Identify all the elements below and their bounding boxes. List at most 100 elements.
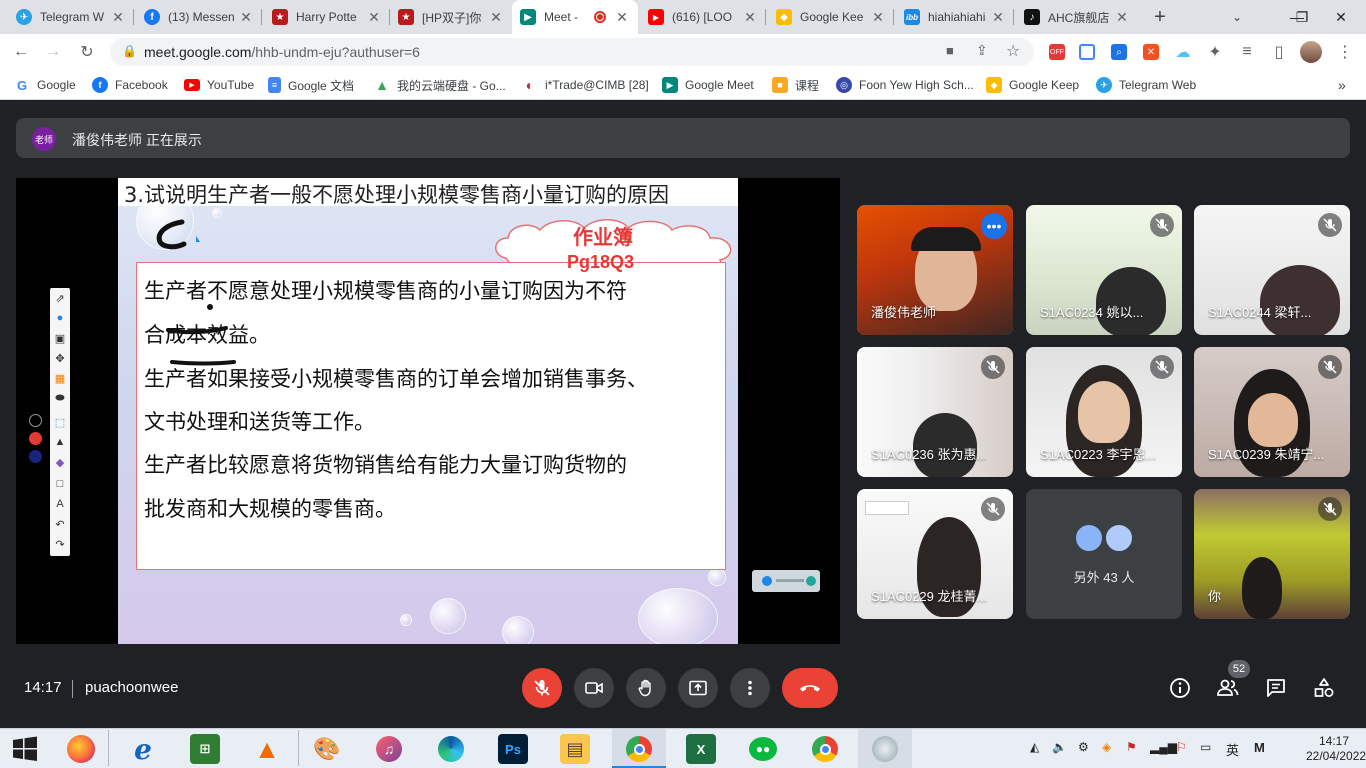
close-icon[interactable]: ✕ bbox=[614, 9, 630, 26]
input-mode-indicator[interactable]: M bbox=[1254, 740, 1265, 755]
bookmarks-overflow-button[interactable]: » bbox=[1338, 76, 1346, 94]
slide-timer-widget[interactable] bbox=[752, 570, 820, 592]
reload-icon[interactable]: ↻ bbox=[76, 41, 98, 63]
close-icon[interactable]: ✕ bbox=[742, 9, 758, 26]
profile-avatar[interactable] bbox=[1300, 41, 1322, 63]
tab-imgbb[interactable]: ibb hiahiahiahia ✕ bbox=[896, 0, 1014, 34]
color-black-swatch[interactable] bbox=[29, 414, 42, 427]
bookmark-foon-yew[interactable]: ◎ Foon Yew High Sch... bbox=[836, 76, 974, 94]
board-icon[interactable]: ▦ bbox=[52, 370, 68, 386]
extension-cloud-icon[interactable]: ☁ bbox=[1172, 41, 1194, 63]
tray-icon[interactable]: ⚐ bbox=[1176, 740, 1187, 754]
tab-tiktok[interactable]: ♪ AHC旗舰店 ✕ bbox=[1016, 0, 1138, 34]
tab-hp-twins[interactable]: ★ [HP双子]你 ✕ bbox=[390, 0, 512, 34]
bookmark-drive[interactable]: ▲ 我的云端硬盘 - Go... bbox=[374, 76, 506, 94]
self-tile[interactable]: 你 bbox=[1194, 489, 1350, 619]
text-icon[interactable]: A bbox=[52, 496, 68, 512]
vlc-icon[interactable]: ▲ bbox=[252, 734, 282, 764]
store-icon[interactable]: ⊞ bbox=[190, 734, 220, 764]
media-control-icon[interactable]: ≡ bbox=[1236, 41, 1258, 63]
bookmark-google-docs[interactable]: ≡ Google 文档 bbox=[268, 76, 354, 94]
paint-icon[interactable]: 🎨 bbox=[312, 734, 342, 764]
activities-button[interactable] bbox=[1312, 676, 1336, 700]
color-red-swatch[interactable] bbox=[29, 432, 42, 445]
new-tab-button[interactable]: + bbox=[1148, 5, 1172, 29]
marker-icon[interactable]: ▲ bbox=[52, 434, 68, 450]
close-icon[interactable]: ✕ bbox=[1114, 9, 1130, 26]
close-icon[interactable]: ✕ bbox=[366, 9, 382, 26]
tab-search-icon[interactable]: ⌄ bbox=[1226, 6, 1248, 28]
more-options-button[interactable] bbox=[730, 668, 770, 708]
extension-search-icon[interactable]: ⌕ bbox=[1108, 41, 1130, 63]
eraser-icon[interactable]: ⬬ bbox=[52, 390, 68, 406]
present-screen-button[interactable] bbox=[678, 668, 718, 708]
tab-keep[interactable]: ◆ Google Kee ✕ bbox=[768, 0, 894, 34]
excel-icon[interactable]: X bbox=[686, 734, 716, 764]
start-button[interactable] bbox=[10, 734, 40, 764]
network-icon[interactable]: ▂▄▆ bbox=[1150, 740, 1177, 754]
participant-tile[interactable]: S1AC0239 朱靖宁... bbox=[1194, 347, 1350, 477]
participant-tile[interactable]: S1AC0244 梁轩... bbox=[1194, 205, 1350, 335]
close-window-button[interactable]: ✕ bbox=[1318, 0, 1364, 34]
participant-tile[interactable]: S1AC0223 李宇恩... bbox=[1026, 347, 1182, 477]
screenshot-icon[interactable]: ▣ bbox=[52, 330, 68, 346]
close-icon[interactable]: ✕ bbox=[488, 9, 504, 26]
tray-icon[interactable]: ◈ bbox=[1102, 740, 1111, 754]
tray-icon[interactable]: ▭ bbox=[1200, 740, 1211, 754]
participant-tile[interactable]: S1AC0236 张为惠... bbox=[857, 347, 1013, 477]
chrome-icon[interactable] bbox=[810, 734, 840, 764]
participant-tile[interactable]: S1AC0234 姚以... bbox=[1026, 205, 1182, 335]
itunes-icon[interactable]: ♫ bbox=[374, 734, 404, 764]
tray-icon[interactable]: ⚑ bbox=[1126, 740, 1137, 754]
move-icon[interactable]: ✥ bbox=[52, 350, 68, 366]
tab-telegram[interactable]: ✈ Telegram W ✕ bbox=[8, 0, 134, 34]
chat-button[interactable] bbox=[1264, 676, 1288, 700]
address-bar[interactable]: 🔒 meet.google.com/hhb-undm-eju?authuser=… bbox=[110, 38, 1034, 66]
tray-icon[interactable]: ⚙ bbox=[1078, 740, 1089, 754]
internet-explorer-icon[interactable]: e bbox=[128, 733, 158, 766]
close-icon[interactable]: ✕ bbox=[238, 9, 254, 26]
pen-mode-icon[interactable]: ● bbox=[52, 310, 68, 326]
bookmark-star-icon[interactable]: ☆ bbox=[1006, 41, 1020, 61]
bookmark-youtube[interactable]: ▶ YouTube bbox=[184, 76, 254, 94]
photoshop-icon[interactable]: Ps bbox=[498, 734, 528, 764]
raise-hand-button[interactable] bbox=[626, 668, 666, 708]
camera-toggle-button[interactable] bbox=[574, 668, 614, 708]
bookmark-facebook[interactable]: f Facebook bbox=[92, 76, 168, 94]
tab-messenger[interactable]: f (13) Messen ✕ bbox=[136, 0, 262, 34]
color-blue-swatch[interactable] bbox=[29, 450, 42, 463]
side-panel-icon[interactable]: ▯ bbox=[1268, 41, 1290, 63]
back-icon[interactable]: ← bbox=[10, 41, 32, 63]
camera-icon[interactable]: ■ bbox=[946, 43, 954, 58]
chrome-icon[interactable] bbox=[624, 734, 654, 764]
forward-icon[interactable]: → bbox=[42, 41, 64, 63]
bookmark-telegram-web[interactable]: ✈ Telegram Web bbox=[1096, 76, 1196, 94]
menu-dots-icon[interactable]: ⋮ bbox=[1334, 41, 1356, 63]
tray-icon[interactable]: ◭ bbox=[1030, 740, 1039, 754]
rectangle-icon[interactable]: □ bbox=[52, 476, 68, 492]
tab-youtube[interactable]: ▶ (616) [LOO ✕ bbox=[640, 0, 766, 34]
tab-meet[interactable]: ▶ Meet - ✕ bbox=[512, 0, 638, 34]
undo-icon[interactable]: ↶ bbox=[52, 516, 68, 532]
extension-off-icon[interactable]: OFF bbox=[1046, 41, 1068, 63]
bookmark-google[interactable]: G Google bbox=[14, 76, 76, 94]
bookmark-google-keep[interactable]: ◆ Google Keep bbox=[986, 76, 1079, 94]
file-explorer-icon[interactable]: ▤ bbox=[560, 734, 590, 764]
volume-icon[interactable]: 🔈 bbox=[1052, 740, 1067, 754]
meeting-details-button[interactable] bbox=[1168, 676, 1192, 700]
system-clock[interactable]: 14:17 22/04/2022 bbox=[1306, 734, 1366, 764]
extensions-puzzle-icon[interactable]: ✦ bbox=[1204, 41, 1226, 63]
speaker-app-icon[interactable] bbox=[870, 734, 900, 764]
participant-tile[interactable]: ••• 潘俊伟老师 bbox=[857, 205, 1013, 335]
input-method-indicator[interactable]: 英 bbox=[1226, 740, 1239, 759]
pointer-icon[interactable]: ⇗ bbox=[52, 290, 68, 306]
close-icon[interactable]: ✕ bbox=[110, 9, 126, 26]
redo-icon[interactable]: ↷ bbox=[52, 536, 68, 552]
edge-icon[interactable] bbox=[436, 734, 466, 764]
extension-frame-icon[interactable] bbox=[1076, 41, 1098, 63]
bookmark-google-meet[interactable]: ▶ Google Meet bbox=[662, 76, 754, 94]
bookmark-courses[interactable]: ■ 课程 bbox=[772, 76, 819, 94]
restore-button[interactable]: ❐ bbox=[1290, 0, 1314, 34]
firefox-icon[interactable] bbox=[66, 734, 96, 764]
extension-cross-icon[interactable]: ✕ bbox=[1140, 41, 1162, 63]
